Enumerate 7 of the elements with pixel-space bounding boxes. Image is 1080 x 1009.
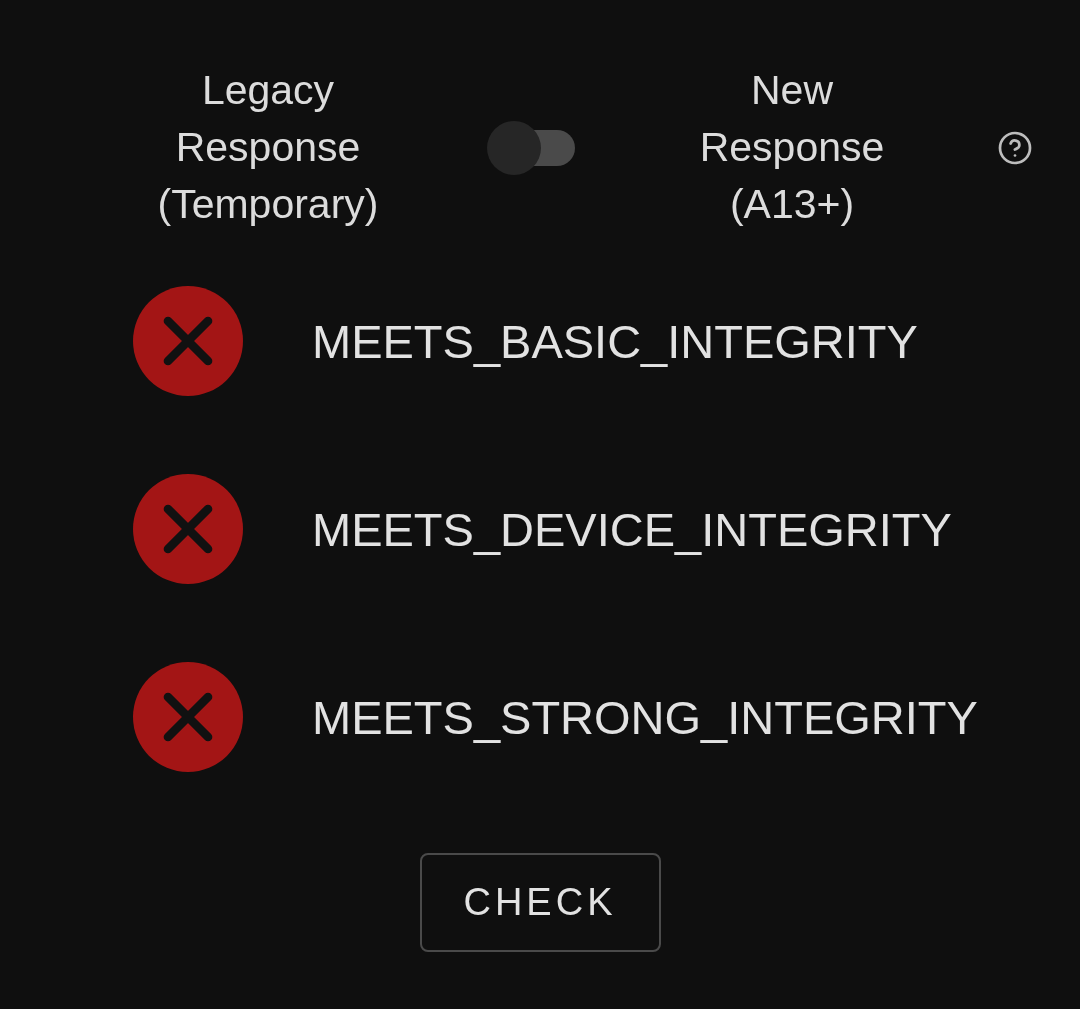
integrity-label: MEETS_BASIC_INTEGRITY bbox=[312, 313, 918, 369]
integrity-label: MEETS_STRONG_INTEGRITY bbox=[312, 689, 978, 745]
response-toggle[interactable] bbox=[487, 120, 575, 175]
integrity-label: MEETS_DEVICE_INTEGRITY bbox=[312, 501, 952, 557]
legacy-response-label: Legacy Response (Temporary) bbox=[156, 66, 380, 229]
new-response-label: New Response (A13+) bbox=[698, 66, 886, 229]
check-button[interactable]: CHECK bbox=[419, 853, 661, 952]
